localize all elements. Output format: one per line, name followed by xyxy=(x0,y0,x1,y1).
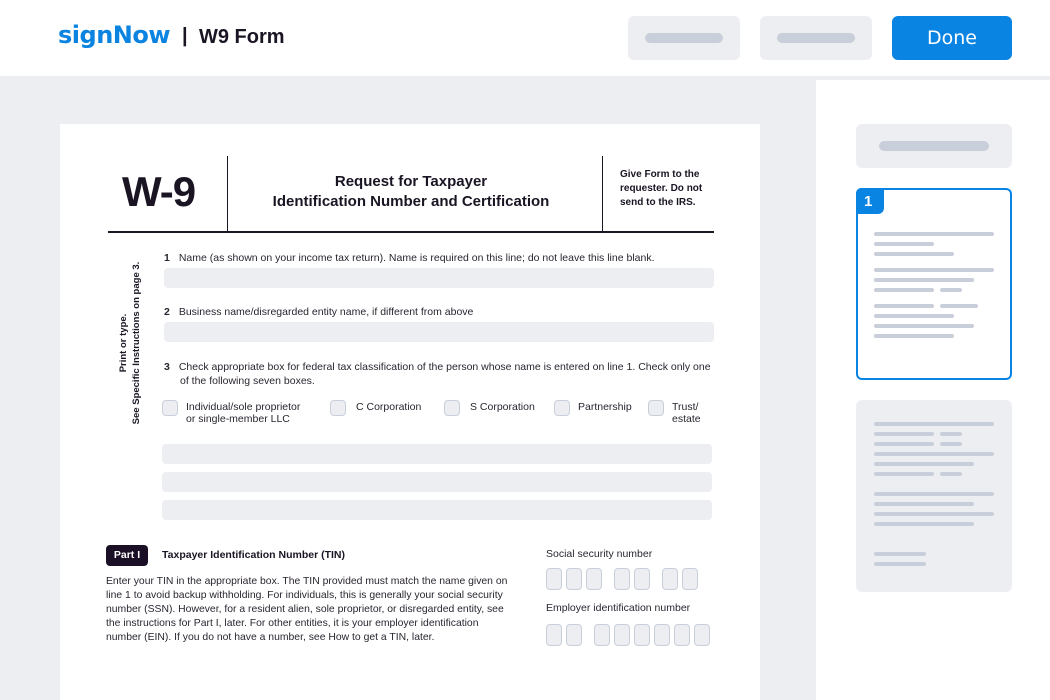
line-number: 3 xyxy=(164,361,170,373)
ein-digit-box[interactable] xyxy=(654,624,670,646)
checkbox-label: S Corporation xyxy=(470,401,535,413)
ein-digit-box[interactable] xyxy=(594,624,610,646)
page-thumbnail-2[interactable] xyxy=(856,400,1012,592)
note-line: requester. Do not xyxy=(620,183,703,194)
side-line: Print or type. xyxy=(118,313,129,373)
divider xyxy=(602,156,603,231)
form-title-line: Identification Number and Certification xyxy=(272,193,550,210)
top-bar: signNow | W9 Form Done xyxy=(0,0,1050,76)
line1-label: 1 Name (as shown on your income tax retur… xyxy=(164,252,655,264)
note-line: Give Form to the xyxy=(620,169,700,180)
checkbox-label: C Corporation xyxy=(356,401,422,413)
ssn-digit-box[interactable] xyxy=(614,568,630,590)
placeholder-button-1[interactable] xyxy=(628,16,740,60)
checkbox-partnership[interactable] xyxy=(554,400,570,416)
ssn-digit-box[interactable] xyxy=(662,568,678,590)
tin-instructions: Enter your TIN in the appropriate box. T… xyxy=(106,576,508,643)
page-thumbnails-panel xyxy=(816,80,1050,700)
side-line: See Specific Instructions on page 3. xyxy=(131,261,142,425)
note-line: send to the IRS. xyxy=(620,197,696,208)
placeholder-button-2[interactable] xyxy=(760,16,872,60)
line3-label: 3 Check appropriate box for federal tax c… xyxy=(164,360,711,388)
ssn-digit-box[interactable] xyxy=(546,568,562,590)
ein-digit-box[interactable] xyxy=(694,624,710,646)
checkbox-trust-estate[interactable] xyxy=(648,400,664,416)
ssn-digit-box[interactable] xyxy=(682,568,698,590)
checkbox-s-corporation[interactable] xyxy=(444,400,460,416)
thumbnail-panel-placeholder[interactable] xyxy=(856,124,1012,168)
line2-label: 2 Business name/disregarded entity name, … xyxy=(164,306,473,318)
form-field[interactable] xyxy=(162,472,712,492)
ein-label: Employer identification number xyxy=(546,602,691,614)
checkbox-label: Partnership xyxy=(578,401,632,413)
signnow-logo[interactable]: signNow xyxy=(58,21,171,49)
checkbox-label: Trust/estate xyxy=(672,401,701,425)
ssn-digit-box[interactable] xyxy=(634,568,650,590)
line-text: of the following seven boxes. xyxy=(180,375,315,387)
line-text: Name (as shown on your income tax return… xyxy=(178,252,655,264)
divider xyxy=(227,156,228,231)
ein-digit-box[interactable] xyxy=(674,624,690,646)
form-title: Request for Taxpayer Identification Numb… xyxy=(240,172,582,212)
ein-digit-box[interactable] xyxy=(634,624,650,646)
ein-digit-box[interactable] xyxy=(614,624,630,646)
form-code: W-9 xyxy=(122,168,196,215)
business-name-field[interactable] xyxy=(164,322,714,342)
give-form-note: Give Form to the requester. Do not send … xyxy=(620,168,702,210)
part-title: Taxpayer Identification Number (TIN) xyxy=(162,549,345,561)
ssn-digit-box[interactable] xyxy=(586,568,602,590)
checkbox-individual[interactable] xyxy=(162,400,178,416)
page-thumbnail-1[interactable]: 1 xyxy=(856,188,1012,380)
line-number: 2 xyxy=(164,306,170,318)
line-number: 1 xyxy=(164,252,170,264)
part-badge: Part I xyxy=(106,545,148,566)
form-title-line: Request for Taxpayer xyxy=(334,173,488,190)
document-title: W9 Form xyxy=(199,26,285,48)
title-separator: | xyxy=(182,25,188,47)
ssn-digit-box[interactable] xyxy=(566,568,582,590)
checkbox-label: Individual/sole proprietor or single-memb… xyxy=(186,401,301,425)
side-instructions: Print or type. See Specific Instructions… xyxy=(117,253,143,433)
form-field[interactable] xyxy=(162,444,712,464)
header-rule xyxy=(108,231,714,233)
form-field[interactable] xyxy=(162,500,712,520)
line-text: Check appropriate box for federal tax cl… xyxy=(178,361,711,373)
page-number-badge: 1 xyxy=(856,188,884,214)
done-button[interactable]: Done xyxy=(892,16,1012,60)
line-text: Business name/disregarded entity name, i… xyxy=(178,306,474,318)
checkbox-c-corporation[interactable] xyxy=(330,400,346,416)
ssn-label: Social security number xyxy=(546,548,653,560)
name-field[interactable] xyxy=(164,268,714,288)
ein-digit-box[interactable] xyxy=(566,624,582,646)
ein-digit-box[interactable] xyxy=(546,624,562,646)
